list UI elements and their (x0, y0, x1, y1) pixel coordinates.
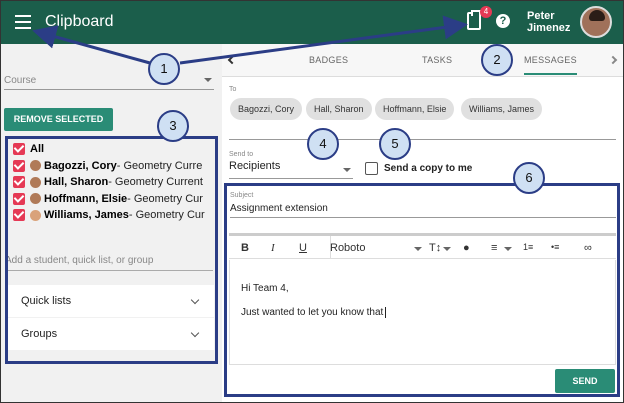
callout-5: 5 (379, 128, 411, 160)
callout-4: 4 (307, 128, 339, 160)
annotation-arrows (32, 15, 468, 65)
callout-arrow (32, 25, 151, 65)
callout-2: 2 (481, 44, 513, 76)
callout-3: 3 (157, 110, 189, 142)
callout-6: 6 (513, 162, 545, 194)
callout-1: 1 (148, 53, 180, 85)
callout-arrow (179, 15, 468, 65)
